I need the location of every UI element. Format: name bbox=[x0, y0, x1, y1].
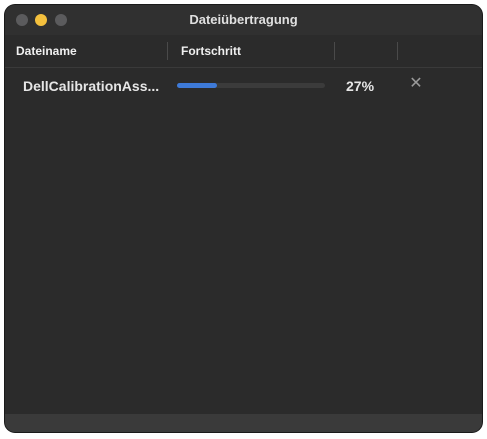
progress-bar bbox=[177, 83, 325, 88]
column-separator bbox=[334, 42, 335, 60]
window-title: Dateiübertragung bbox=[189, 12, 298, 27]
progress-percent: 27% bbox=[346, 78, 375, 94]
status-bar bbox=[5, 414, 482, 432]
table-header: Dateiname Fortschritt bbox=[5, 35, 482, 68]
close-icon[interactable]: ✕ bbox=[408, 76, 424, 92]
progress-bar-fill bbox=[177, 83, 217, 88]
table-row[interactable]: DellCalibrationAss... 27% ✕ bbox=[5, 73, 482, 99]
column-header-name[interactable]: Dateiname bbox=[16, 44, 77, 58]
file-name: DellCalibrationAss... bbox=[23, 78, 160, 94]
title-bar[interactable]: Dateiübertragung bbox=[5, 5, 482, 35]
column-separator bbox=[167, 42, 168, 60]
column-header-progress[interactable]: Fortschritt bbox=[181, 44, 241, 58]
column-separator bbox=[397, 42, 398, 60]
file-transfer-window: Dateiübertragung Dateiname Fortschritt D… bbox=[5, 5, 482, 432]
